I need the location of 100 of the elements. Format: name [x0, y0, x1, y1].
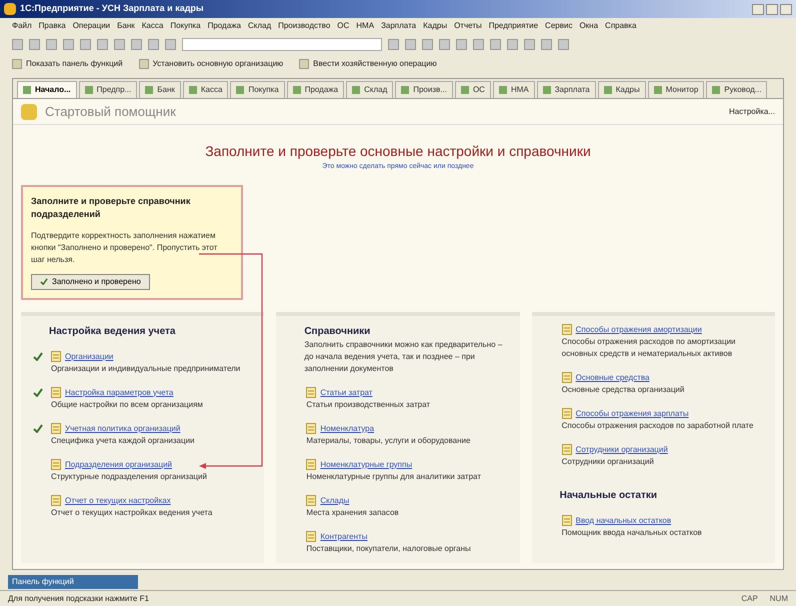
toolbar-icon[interactable]	[388, 38, 399, 50]
item-link[interactable]: Номенклатурные группы	[320, 458, 412, 470]
close-button[interactable]	[780, 4, 792, 14]
item-link[interactable]: Способы отражения амортизации	[576, 324, 702, 336]
menu-item[interactable]: Предприятие	[488, 20, 538, 32]
item-link[interactable]: Настройка параметров учета	[65, 386, 174, 398]
toolbar-button[interactable]: Показать панель функций	[12, 58, 123, 70]
item-description: Сотрудники организаций	[562, 456, 655, 468]
toolbar-icon[interactable]	[114, 38, 125, 50]
item-link[interactable]: Учетная политика организаций	[65, 422, 180, 434]
callout-title: Заполните и проверьте справочник подразделений	[31, 194, 192, 221]
item-link[interactable]: Контрагенты	[320, 530, 368, 542]
search-field[interactable]	[182, 38, 382, 50]
menu-item[interactable]: Файл	[12, 20, 32, 32]
taskbar-button[interactable]: Панель функций	[8, 575, 138, 589]
toolbar-icon[interactable]	[422, 38, 433, 50]
item-description: Специфика учета каждой организации	[51, 434, 195, 446]
item-description: Общие настройки по всем организациям	[51, 398, 203, 410]
menu-item[interactable]: Продажа	[208, 20, 241, 32]
toolbar-icon[interactable]	[439, 38, 450, 50]
menu-item[interactable]: Окна	[579, 20, 598, 32]
toolbar-icon[interactable]	[456, 38, 467, 50]
tab[interactable]: Монитор	[648, 81, 704, 98]
toolbar-icon[interactable]	[12, 38, 23, 50]
minimize-button[interactable]	[752, 4, 764, 14]
tab[interactable]: Зарплата	[536, 81, 596, 98]
menu-item[interactable]: Касса	[142, 20, 164, 32]
menu-item[interactable]: Зарплата	[381, 20, 416, 32]
toolbar-button[interactable]: Установить основную организацию	[138, 58, 284, 70]
tab[interactable]: Банк	[139, 81, 181, 98]
toolbar-icon[interactable]	[490, 38, 501, 50]
item-link[interactable]: Статьи затрат	[320, 386, 372, 398]
tab[interactable]: Произв...	[395, 81, 453, 98]
tab[interactable]: Склад	[346, 81, 394, 98]
menu-item[interactable]: Склад	[248, 20, 272, 32]
toolbar-icon[interactable]	[558, 38, 569, 50]
item-link[interactable]: Основные средства	[576, 372, 650, 384]
menu-item[interactable]: Сервис	[545, 20, 572, 32]
menu-item[interactable]: Кадры	[423, 20, 448, 32]
menu-item[interactable]: НМА	[356, 20, 374, 32]
tab[interactable]: Покупка	[230, 81, 285, 98]
tab-icon	[236, 86, 244, 94]
tab[interactable]: Касса	[182, 81, 228, 98]
menu-item[interactable]: Производство	[278, 20, 330, 32]
tab[interactable]: ОС	[454, 81, 491, 98]
toolbar-icon[interactable]	[29, 38, 40, 50]
item-link[interactable]: Склады	[320, 494, 350, 506]
item-link[interactable]: Подразделения организаций	[65, 458, 172, 470]
section-heading: Начальные остатки	[558, 488, 658, 502]
tab[interactable]: Предпр...	[78, 81, 138, 98]
toolbar-icon[interactable]	[80, 38, 91, 50]
item-description: Материалы, товары, услуги и оборудование	[306, 434, 470, 446]
toolbar-icon[interactable]	[524, 38, 535, 50]
toolbar-icon[interactable]	[507, 38, 518, 50]
tab[interactable]: Руковод...	[706, 81, 768, 98]
menu-item[interactable]: Операции	[72, 20, 110, 32]
item-link[interactable]: Номенклатура	[320, 422, 374, 434]
section-heading: Справочники	[304, 324, 372, 338]
confirm-button[interactable]: Заполнено и проверено	[31, 274, 150, 290]
check-icon	[40, 278, 48, 285]
menu-item[interactable]: Отчеты	[454, 20, 482, 32]
app-icon	[4, 3, 16, 15]
item-link[interactable]: Сотрудники организаций	[576, 444, 668, 456]
toolbar-icon[interactable]	[541, 38, 552, 50]
callout-text: Подтвердите корректность заполнения нажатием кнопки "Заполнено и проверено". Пропустить этот шаг нельзя.	[31, 230, 218, 266]
tab-icon	[654, 86, 662, 94]
toolbar-icon[interactable]	[405, 38, 416, 50]
toolbar-icon[interactable]	[165, 38, 176, 50]
menu-item[interactable]: Справка	[605, 20, 636, 32]
toolbar-icon[interactable]	[131, 38, 142, 50]
toolbar-icon[interactable]	[97, 38, 108, 50]
maximize-button[interactable]	[766, 4, 778, 14]
tab[interactable]: Начало...	[17, 81, 77, 98]
toolbar-icon[interactable]	[46, 38, 57, 50]
item-link[interactable]: Способы отражения зарплаты	[576, 408, 689, 420]
item-link[interactable]: Организации	[65, 350, 114, 362]
menu-item[interactable]: Правка	[38, 20, 66, 32]
tab-icon	[23, 86, 31, 94]
toolbar-icon[interactable]	[148, 38, 159, 50]
item-link[interactable]: Ввод начальных остатков	[576, 514, 672, 526]
item-link[interactable]: Отчет о текущих настройках	[65, 494, 171, 506]
tab[interactable]: Продажа	[286, 81, 344, 98]
tab-icon	[604, 86, 612, 94]
tab[interactable]: НМА	[492, 81, 535, 98]
tab-icon	[712, 86, 720, 94]
tab-icon	[292, 86, 301, 94]
document-icon	[562, 324, 572, 335]
toolbar-icon[interactable]	[63, 38, 74, 50]
toolbar-icon[interactable]	[473, 38, 484, 50]
document-icon	[51, 423, 61, 434]
menu-item[interactable]: Банк	[117, 20, 135, 32]
item-description: Отчет о текущих настройках ведения учета	[51, 506, 212, 518]
menu-item[interactable]: Покупка	[170, 20, 201, 32]
menu-item[interactable]: ОС	[337, 20, 350, 32]
item-description: Номенклатурные группы для аналитики затрат	[306, 470, 481, 482]
document-icon	[51, 351, 61, 362]
toolbar-button[interactable]: Ввести хозяйственную операцию	[299, 58, 437, 70]
tab[interactable]: Кадры	[598, 81, 646, 98]
item-description: Структурные подразделения организаций	[51, 470, 207, 482]
settings-button[interactable]: Настройка...	[728, 106, 775, 118]
